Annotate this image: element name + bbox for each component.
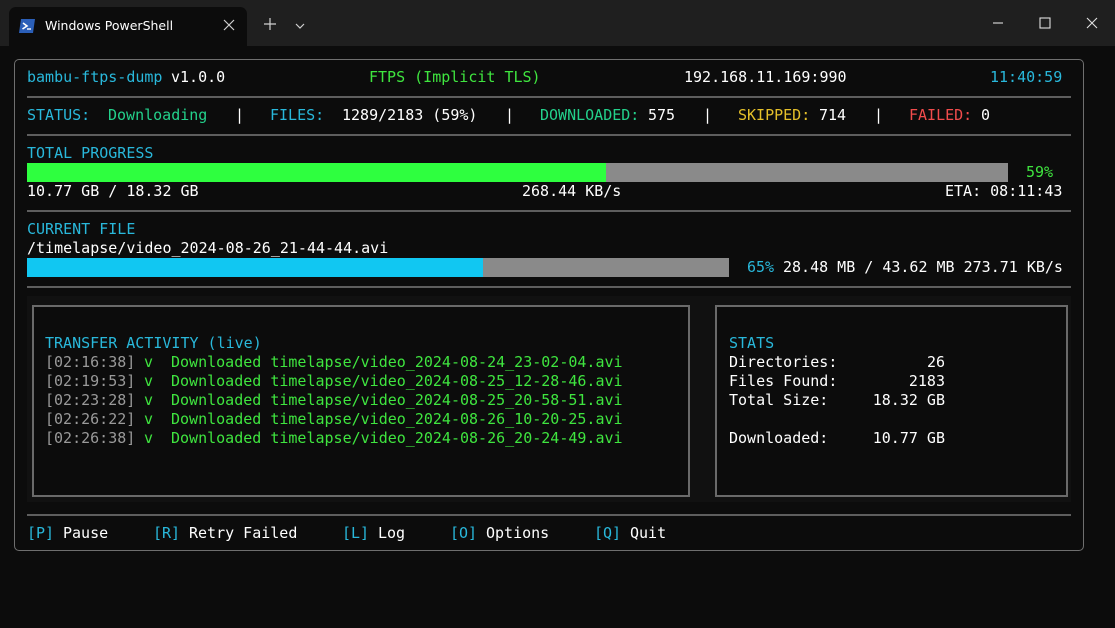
current-file-label: CURRENT FILE <box>27 220 136 238</box>
files-value: 1289/2183 (59%) <box>342 106 478 124</box>
divider <box>27 134 1071 136</box>
shortcut-label: Log <box>378 524 406 542</box>
stats-label: Downloaded: <box>729 429 829 447</box>
shortcut-label: Pause <box>63 524 109 542</box>
activity-time: [02:26:22] <box>45 410 136 428</box>
shortcut-key: [O] <box>450 524 478 542</box>
check-mark: v <box>144 410 154 428</box>
divider <box>27 514 1071 516</box>
minimize-icon[interactable] <box>988 13 1008 33</box>
stats-value: 18.32 GB <box>872 391 945 409</box>
host-address: 192.168.11.169:990 <box>684 68 847 86</box>
app-name: bambu-ftps-dump <box>27 68 163 86</box>
activity-text: Downloaded timelapse/video_2024-08-25_20… <box>171 391 623 409</box>
window-close-icon[interactable] <box>1082 13 1102 33</box>
total-speed: 268.44 KB/s <box>522 182 622 200</box>
stats-label: Files Found: <box>729 372 838 390</box>
check-mark: v <box>144 353 154 371</box>
total-progress-percent: 59% <box>1026 163 1054 181</box>
stats-label: Directories: <box>729 353 838 371</box>
shortcut-label: Retry Failed <box>189 524 298 542</box>
skipped-label: SKIPPED: <box>738 106 811 124</box>
check-mark: v <box>144 391 154 409</box>
separator: | <box>703 106 713 124</box>
skipped-value: 714 <box>819 106 847 124</box>
clock: 11:40:59 <box>990 68 1063 86</box>
downloaded-value: 575 <box>648 106 676 124</box>
status-value: Downloading <box>108 106 208 124</box>
activity-time: [02:23:28] <box>45 391 136 409</box>
eta: ETA: 08:11:43 <box>945 182 1063 200</box>
shortcut-label: Options <box>486 524 550 542</box>
chevron-down-icon[interactable] <box>293 18 307 30</box>
stats-title: STATS <box>729 334 775 352</box>
failed-value: 0 <box>981 106 991 124</box>
stats-label: Total Size: <box>729 391 829 409</box>
tab-title: Windows PowerShell <box>45 18 174 33</box>
shortcut-key: [P] <box>27 524 55 542</box>
downloaded-label: DOWNLOADED: <box>540 106 640 124</box>
shortcut-label: Quit <box>630 524 667 542</box>
check-mark: v <box>144 429 154 447</box>
divider <box>27 210 1071 212</box>
shortcut-key: [Q] <box>594 524 622 542</box>
activity-text: Downloaded timelapse/video_2024-08-26_20… <box>171 429 623 447</box>
app-version: v1.0.0 <box>171 68 226 86</box>
status-label: STATUS: <box>27 106 91 124</box>
powershell-icon <box>18 18 36 34</box>
close-icon[interactable] <box>221 17 237 33</box>
file-progress-percent: 65% <box>747 258 775 276</box>
tab-powershell[interactable]: Windows PowerShell <box>9 7 247 46</box>
shortcut-key: [R] <box>153 524 181 542</box>
stats-value: 10.77 GB <box>872 429 945 447</box>
title-bar: Windows PowerShell <box>0 0 1115 46</box>
total-size: 10.77 GB / 18.32 GB <box>27 182 199 200</box>
activity-title: TRANSFER ACTIVITY (live) <box>45 334 262 352</box>
divider <box>27 96 1071 98</box>
stats-value: 2183 <box>908 372 945 390</box>
stats-value: 26 <box>926 353 945 371</box>
file-progress-detail: 28.48 MB / 43.62 MB 273.71 KB/s <box>783 258 1063 276</box>
separator: | <box>235 106 245 124</box>
activity-text: Downloaded timelapse/video_2024-08-24_23… <box>171 353 623 371</box>
separator: | <box>505 106 515 124</box>
current-file-path: /timelapse/video_2024-08-26_21-44-44.avi <box>27 239 389 257</box>
maximize-icon[interactable] <box>1035 13 1055 33</box>
check-mark: v <box>144 372 154 390</box>
activity-text: Downloaded timelapse/video_2024-08-26_10… <box>171 410 623 428</box>
activity-time: [02:16:38] <box>45 353 136 371</box>
separator: | <box>874 106 884 124</box>
total-progress-fill <box>27 163 606 182</box>
activity-time: [02:26:38] <box>45 429 136 447</box>
activity-time: [02:19:53] <box>45 372 136 390</box>
divider <box>27 286 1071 288</box>
protocol: FTPS (Implicit TLS) <box>369 68 541 86</box>
files-label: FILES: <box>270 106 325 124</box>
failed-label: FAILED: <box>909 106 973 124</box>
activity-text: Downloaded timelapse/video_2024-08-25_12… <box>171 372 623 390</box>
file-progress-fill <box>27 258 483 277</box>
total-progress-label: TOTAL PROGRESS <box>27 144 154 162</box>
shortcut-key: [L] <box>342 524 370 542</box>
plus-icon[interactable] <box>262 16 278 32</box>
